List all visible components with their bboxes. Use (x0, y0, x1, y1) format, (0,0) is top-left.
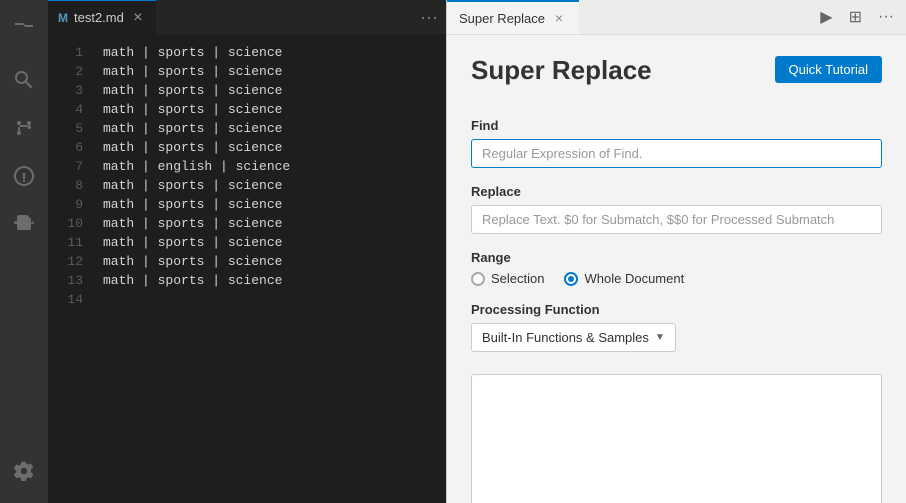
tab-test2[interactable]: M test2.md × (48, 0, 157, 34)
code-line-13: math | sports | science (103, 271, 426, 290)
code-line-4: math | sports | science (103, 100, 426, 119)
line-num-13: 13 (48, 271, 83, 290)
panel-tab-actions: ▶ ⊞ ··· (816, 0, 906, 34)
panel-tab-label: Super Replace (459, 11, 545, 26)
extensions-icon[interactable] (0, 200, 48, 248)
line-num-10: 10 (48, 214, 83, 233)
range-selection-option[interactable]: Selection (471, 271, 544, 286)
find-label: Find (471, 118, 882, 133)
range-field-group: Range Selection Whole Document (471, 250, 882, 286)
dropdown-label: Built-In Functions & Samples (482, 330, 649, 345)
panel-tab-close-icon[interactable]: × (551, 10, 567, 26)
processing-function-group: Processing Function Built-In Functions &… (471, 302, 882, 352)
tab-file-icon: M (58, 11, 68, 25)
tab-close-icon[interactable]: × (130, 10, 146, 26)
find-input[interactable] (471, 139, 882, 168)
play-icon[interactable]: ▶ (816, 5, 836, 29)
debug-icon[interactable] (0, 152, 48, 200)
panel-tab-bar: Super Replace × ▶ ⊞ ··· (447, 0, 906, 35)
processing-function-dropdown[interactable]: Built-In Functions & Samples ▼ (471, 323, 676, 352)
replace-field-group: Replace (471, 184, 882, 234)
code-line-11: math | sports | science (103, 233, 426, 252)
quick-tutorial-button[interactable]: Quick Tutorial (775, 56, 882, 83)
range-whole-document-radio[interactable] (564, 272, 578, 286)
line-num-14: 14 (48, 290, 83, 309)
panel-title: Super Replace (471, 55, 652, 86)
minimap (426, 35, 446, 503)
split-editor-icon[interactable]: ⊞ (845, 5, 866, 29)
line-num-1: 1 (48, 43, 83, 62)
line-num-11: 11 (48, 233, 83, 252)
replace-label: Replace (471, 184, 882, 199)
processing-function-textarea[interactable] (471, 374, 882, 503)
line-num-12: 12 (48, 252, 83, 271)
editor-area: M test2.md × ··· 1 2 3 4 5 6 7 8 9 10 11… (48, 0, 446, 503)
tab-super-replace[interactable]: Super Replace × (447, 0, 579, 34)
replace-input[interactable] (471, 205, 882, 234)
code-line-3: math | sports | science (103, 81, 426, 100)
line-num-7: 7 (48, 157, 83, 176)
source-control-icon[interactable] (0, 104, 48, 152)
code-line-2: math | sports | science (103, 62, 426, 81)
code-line-6: math | sports | science (103, 138, 426, 157)
chevron-down-icon: ▼ (655, 332, 665, 343)
search-icon[interactable] (0, 56, 48, 104)
find-field-group: Find (471, 118, 882, 168)
range-selection-label: Selection (491, 271, 544, 286)
code-line-10: math | sports | science (103, 214, 426, 233)
code-line-1: math | sports | science (103, 43, 426, 62)
tab-label: test2.md (74, 10, 124, 25)
settings-icon[interactable] (0, 447, 48, 495)
panel-header-row: Super Replace Quick Tutorial (471, 55, 882, 102)
processing-function-label: Processing Function (471, 302, 882, 317)
editor-tab-bar: M test2.md × ··· (48, 0, 446, 35)
more-actions-icon[interactable]: ··· (874, 6, 898, 28)
line-num-5: 5 (48, 119, 83, 138)
range-options: Selection Whole Document (471, 271, 882, 286)
range-selection-radio[interactable] (471, 272, 485, 286)
line-numbers: 1 2 3 4 5 6 7 8 9 10 11 12 13 14 (48, 35, 93, 503)
code-line-5: math | sports | science (103, 119, 426, 138)
code-line-7: math | english | science (103, 157, 426, 176)
panel-content: Super Replace Quick Tutorial Find Replac… (447, 35, 906, 503)
range-whole-document-label: Whole Document (584, 271, 684, 286)
line-num-4: 4 (48, 100, 83, 119)
line-num-8: 8 (48, 176, 83, 195)
tab-menu-more[interactable]: ··· (420, 0, 446, 34)
super-replace-panel: Super Replace × ▶ ⊞ ··· Super Replace Qu… (446, 0, 906, 503)
line-num-2: 2 (48, 62, 83, 81)
line-num-3: 3 (48, 81, 83, 100)
code-line-9: math | sports | science (103, 195, 426, 214)
line-num-6: 6 (48, 138, 83, 157)
code-line-8: math | sports | science (103, 176, 426, 195)
files-icon[interactable] (0, 8, 48, 56)
range-label: Range (471, 250, 882, 265)
line-num-9: 9 (48, 195, 83, 214)
code-line-12: math | sports | science (103, 252, 426, 271)
code-editor: 1 2 3 4 5 6 7 8 9 10 11 12 13 14 math | … (48, 35, 446, 503)
range-whole-document-option[interactable]: Whole Document (564, 271, 684, 286)
activity-bar (0, 0, 48, 503)
activity-bar-bottom (0, 447, 48, 503)
code-line-14 (103, 290, 426, 309)
code-content[interactable]: math | sports | science math | sports | … (93, 35, 426, 503)
